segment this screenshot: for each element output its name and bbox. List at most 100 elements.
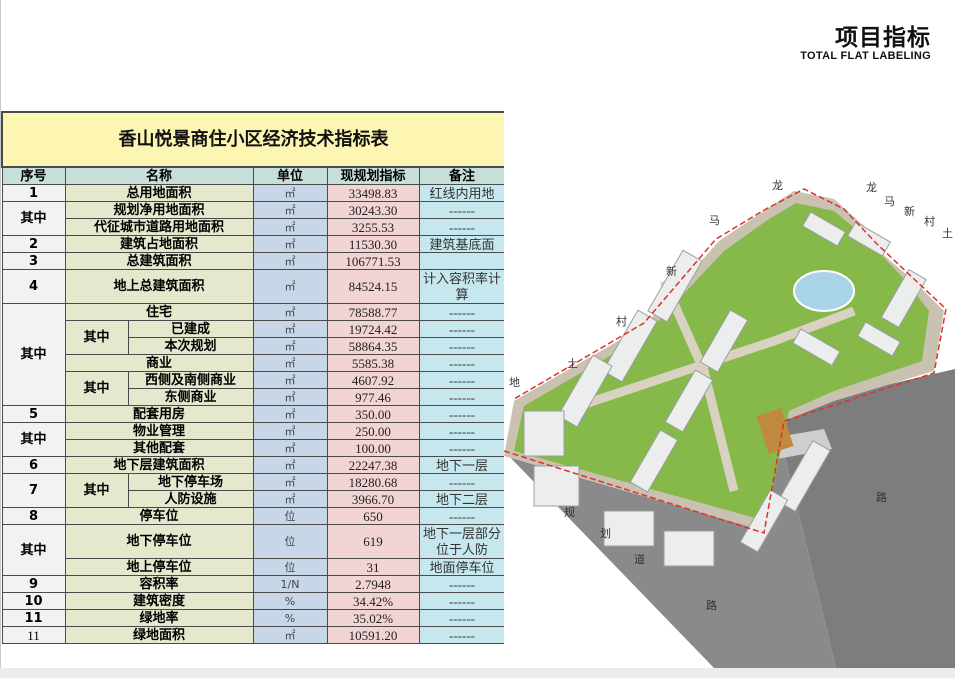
row-value: 4607.92 xyxy=(326,371,420,389)
table-row: 其中 已建成 ㎡ 19724.42 ------ xyxy=(2,320,506,355)
row-note: 地下一层 xyxy=(418,456,506,474)
row-name: 人防设施 xyxy=(127,490,254,508)
row-value: 3966.70 xyxy=(326,490,420,508)
row-name: 东侧商业 xyxy=(127,388,254,406)
row-value: 250.00 xyxy=(326,422,420,440)
row-name: 绿地面积 xyxy=(64,626,254,644)
header-note: 备注 xyxy=(418,166,506,185)
row-name: 地上总建筑面积 xyxy=(64,269,254,304)
row-note: ------ xyxy=(418,609,506,627)
row-value: 19724.42 xyxy=(326,320,420,338)
row-value: 100.00 xyxy=(326,439,420,457)
row-seq: 8 xyxy=(1,507,66,525)
row-unit: ㎡ xyxy=(252,626,328,644)
building xyxy=(603,510,655,547)
row-unit: 位 xyxy=(252,507,328,525)
row-name: 总建筑面积 xyxy=(64,252,254,270)
row-unit: ㎡ xyxy=(252,371,328,389)
row-seq: 10 xyxy=(1,592,66,610)
row-seq: 4 xyxy=(1,269,66,304)
road-label: 道 xyxy=(634,552,645,566)
row-note: ------ xyxy=(418,405,506,423)
row-value: 30243.30 xyxy=(326,201,420,219)
row-note: 地下一层部分位于人防 xyxy=(418,524,506,559)
row-note: ------ xyxy=(418,354,506,372)
row-unit: 位 xyxy=(252,558,328,576)
road-label: 土 xyxy=(567,357,578,370)
road-label: 新 xyxy=(666,264,677,278)
row-unit: ㎡ xyxy=(252,303,328,321)
road-label: 土 xyxy=(942,227,953,240)
row-value: 2.7948 xyxy=(326,575,420,593)
row-note: ------ xyxy=(418,337,506,355)
table-row: 1 总用地面积 ㎡ 33498.83 红线内用地 xyxy=(1,184,506,202)
row-name: 绿地率 xyxy=(64,609,254,627)
table-row: 2 建筑占地面积 ㎡ 11530.30 建筑基底面 xyxy=(1,235,506,253)
page-subtitle: TOTAL FLAT LABELING xyxy=(800,50,931,62)
row-note: ------ xyxy=(418,388,506,406)
row-unit: ㎡ xyxy=(252,218,328,236)
road-label: 马 xyxy=(884,195,895,208)
row-seq: 6 xyxy=(1,456,66,474)
table-row: 6 地下层建筑面积 ㎡ 22247.38 地下一层 xyxy=(1,456,506,474)
table-row: 11 绿地面积 ㎡ 10591.20 ------ xyxy=(1,626,506,644)
group-label: 其中 xyxy=(1,422,66,457)
row-value: 18280.68 xyxy=(326,473,420,491)
row-value: 5585.38 xyxy=(326,354,420,372)
row-value: 619 xyxy=(326,524,420,559)
road-label: 马 xyxy=(709,214,720,227)
row-note: 建筑基底面 xyxy=(418,235,506,253)
row-unit: 1/N xyxy=(252,575,328,593)
row-unit: ㎡ xyxy=(252,490,328,508)
row-value: 3255.53 xyxy=(326,218,420,236)
row-note: ------ xyxy=(418,218,506,236)
row-note: ------ xyxy=(418,422,506,440)
row-name: 地下停车场 xyxy=(127,473,254,491)
header-unit: 单位 xyxy=(252,166,328,185)
row-note: ------ xyxy=(418,473,506,491)
table-row: 其中 规划净用地面积 ㎡ 30243.30 ------ xyxy=(1,201,506,236)
row-value: 650 xyxy=(326,507,420,525)
table-title: 香山悦景商住小区经济技术指标表 xyxy=(0,111,507,168)
group-label: 其中 xyxy=(1,524,66,576)
row-note: ------ xyxy=(418,507,506,525)
row-note: ------ xyxy=(418,592,506,610)
table-row: 5 配套用房 ㎡ 350.00 ------ xyxy=(1,405,506,423)
group-label: 其中 xyxy=(1,201,66,236)
row-value: 34.42% xyxy=(326,592,420,610)
building xyxy=(663,530,715,567)
row-unit: ㎡ xyxy=(252,201,328,219)
row-note: ------ xyxy=(418,201,506,219)
row-seq: 3 xyxy=(1,252,66,270)
row-seq: 11 xyxy=(1,626,66,644)
table-row: 10 建筑密度 % 34.42% ------ xyxy=(1,592,506,610)
road-label: 路 xyxy=(706,599,717,612)
road-label: 地 xyxy=(509,376,520,389)
road-label: 龙 xyxy=(772,179,783,192)
header-value: 现规划指标 xyxy=(326,166,420,185)
row-unit: ㎡ xyxy=(252,320,328,338)
row-seq: 9 xyxy=(1,575,66,593)
building xyxy=(523,410,565,457)
row-name: 地下停车位 xyxy=(64,524,254,559)
row-name: 本次规划 xyxy=(127,337,254,355)
group-label: 其中 xyxy=(1,303,66,406)
row-name: 其他配套 xyxy=(64,439,254,457)
road-label: 划 xyxy=(600,527,611,540)
row-seq: 1 xyxy=(1,184,66,202)
row-note: 地下二层 xyxy=(418,490,506,508)
row-name: 容积率 xyxy=(64,575,254,593)
table-row: 其中 住宅 ㎡ 78588.77 ------ xyxy=(1,303,506,406)
row-unit: ㎡ xyxy=(252,473,328,491)
row-name: 商业 xyxy=(64,354,254,372)
building xyxy=(533,465,580,507)
row-unit: ㎡ xyxy=(252,388,328,406)
row-seq: 11 xyxy=(1,609,66,627)
row-unit: ㎡ xyxy=(252,422,328,440)
table-row: 其中 西侧及南侧商业 ㎡ 4607.92 ------ xyxy=(2,371,506,406)
table-row: 4 地上总建筑面积 ㎡ 84524.15 计入容积率计算 xyxy=(1,269,506,304)
subgroup-label: 其中 xyxy=(64,320,129,355)
row-value: 350.00 xyxy=(326,405,420,423)
row-unit: ㎡ xyxy=(252,235,328,253)
row-note: ------ xyxy=(418,439,506,457)
